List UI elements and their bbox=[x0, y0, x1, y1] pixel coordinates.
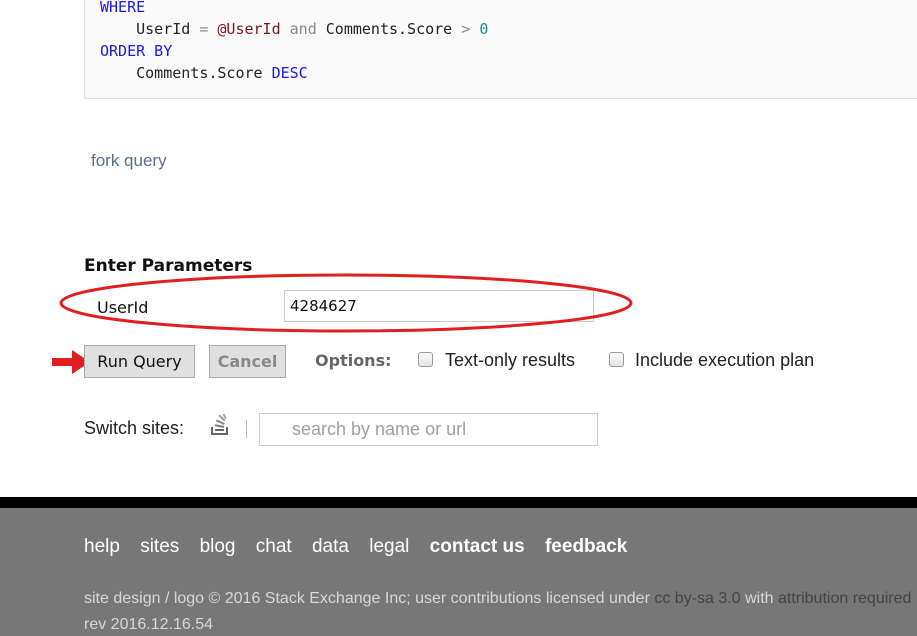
text-only-checkbox[interactable] bbox=[418, 352, 433, 367]
footer-link-feedback[interactable]: feedback bbox=[545, 536, 627, 557]
footer-link-contact-us[interactable]: contact us bbox=[430, 536, 525, 557]
execution-plan-checkbox[interactable] bbox=[609, 352, 624, 367]
site-search-input[interactable] bbox=[259, 413, 598, 446]
footer: help sites blog chat data legal contact … bbox=[0, 508, 917, 636]
sql-code-block: WHERE UserId = @UserId and Comments.Scor… bbox=[84, 0, 917, 99]
sql-identifier: UserId bbox=[136, 20, 191, 38]
attribution-link[interactable]: attribution required bbox=[778, 590, 911, 607]
copyright-text: site design / logo © 2016 Stack Exchange… bbox=[84, 590, 911, 608]
footer-link-blog[interactable]: blog bbox=[200, 536, 236, 557]
run-query-button[interactable]: Run Query bbox=[84, 345, 195, 378]
copyright-prefix: site design / logo © 2016 Stack Exchange… bbox=[84, 590, 650, 607]
userid-input[interactable] bbox=[284, 290, 594, 322]
options-label: Options: bbox=[315, 351, 392, 370]
footer-link-legal[interactable]: legal bbox=[369, 536, 409, 557]
userid-label: UserId bbox=[97, 298, 149, 317]
footer-link-data[interactable]: data bbox=[312, 536, 349, 557]
footer-link-help[interactable]: help bbox=[84, 536, 120, 557]
parameters-heading: Enter Parameters bbox=[84, 256, 253, 276]
sql-keyword: ORDER BY bbox=[100, 42, 173, 60]
footer-nav: help sites blog chat data legal contact … bbox=[84, 536, 642, 558]
sql-operator: > bbox=[461, 20, 471, 38]
sql-operator: = bbox=[199, 20, 209, 38]
text-only-label[interactable]: Text-only results bbox=[445, 350, 575, 371]
execution-plan-label[interactable]: Include execution plan bbox=[635, 350, 814, 371]
stackexchange-icon[interactable] bbox=[210, 414, 230, 436]
sql-keyword: DESC bbox=[271, 64, 308, 82]
footer-top-bar bbox=[0, 497, 917, 508]
sql-code: WHERE UserId = @UserId and Comments.Scor… bbox=[100, 0, 488, 84]
license-link[interactable]: cc by-sa 3.0 bbox=[654, 590, 740, 607]
copyright-with: with bbox=[745, 590, 774, 607]
sql-operator: and bbox=[289, 20, 317, 38]
sql-identifier: Comments.Score bbox=[136, 64, 263, 82]
cancel-button[interactable]: Cancel bbox=[209, 345, 286, 378]
sql-keyword: WHERE bbox=[100, 0, 146, 16]
sql-number: 0 bbox=[479, 20, 489, 38]
switch-sites-label: Switch sites: bbox=[84, 418, 185, 438]
revision-text: rev 2016.12.16.54 bbox=[84, 616, 213, 633]
sql-identifier: Comments.Score bbox=[325, 20, 453, 38]
sql-variable: @UserId bbox=[217, 20, 281, 38]
footer-link-sites[interactable]: sites bbox=[140, 536, 179, 557]
divider bbox=[246, 420, 247, 438]
footer-link-chat[interactable]: chat bbox=[256, 536, 292, 557]
fork-query-link[interactable]: fork query bbox=[91, 151, 167, 171]
